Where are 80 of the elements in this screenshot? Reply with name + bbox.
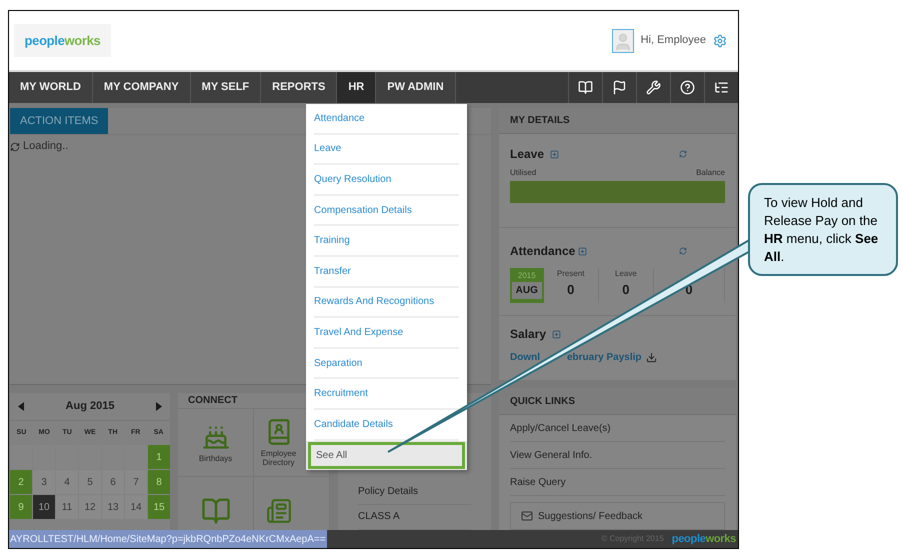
day-cell[interactable]: 2 <box>10 470 32 494</box>
section-title: Leave <box>510 146 544 163</box>
nav-tab[interactable]: MY COMPANY <box>92 72 191 103</box>
nav-tab[interactable]: REPORTS <box>261 72 338 103</box>
menu-item[interactable]: Travel And Expense <box>314 318 459 349</box>
day-cell[interactable]: 8 <box>148 470 170 494</box>
day-cell[interactable]: 10 <box>33 495 55 519</box>
tools-icon[interactable] <box>646 80 661 95</box>
previous-icon[interactable] <box>18 402 24 411</box>
settings-icon[interactable] <box>713 34 727 48</box>
callout-box: To view Hold and Release Pay on the HR menu, click See All. <box>748 183 898 276</box>
panel-title: QUICK LINKS <box>510 394 575 408</box>
panel-title: CONNECT <box>188 394 238 408</box>
tree-icon[interactable] <box>714 80 729 95</box>
day-cell[interactable]: 14 <box>125 495 147 519</box>
payslip-link[interactable]: ebruary Payslip <box>567 350 642 365</box>
leave-label: Utilised <box>510 167 536 179</box>
avatar[interactable] <box>612 28 634 52</box>
menu-item[interactable]: Compensation Details <box>314 196 459 226</box>
stat-value: 0 <box>567 281 574 299</box>
logo: peopleworks <box>24 32 100 50</box>
panel-title: MY DETAILS <box>510 114 570 128</box>
expand-icon[interactable] <box>552 330 562 338</box>
policy-link[interactable]: Policy Details <box>358 479 471 504</box>
day-cell[interactable]: 12 <box>79 495 101 519</box>
menu-item[interactable]: Query Resolution <box>314 165 459 196</box>
expand-icon[interactable] <box>550 150 560 158</box>
nav-tab[interactable]: MY WORLD <box>9 72 93 103</box>
quick-link[interactable]: Raise Query <box>510 469 725 496</box>
book-icon[interactable] <box>578 80 593 95</box>
day-cell[interactable]: 5 <box>79 470 101 494</box>
menu-item[interactable]: Separation <box>314 348 459 380</box>
payslip-link[interactable]: Downl <box>510 350 540 365</box>
day-cell[interactable]: 1 <box>148 445 170 469</box>
day-cell[interactable]: 13 <box>102 495 124 519</box>
section-title: Attendance <box>510 243 576 260</box>
day-cell[interactable]: 11 <box>56 495 78 519</box>
stat-label: Leave <box>615 268 637 280</box>
menu-item[interactable]: Transfer <box>314 256 459 288</box>
quick-link[interactable]: View General Info. <box>510 442 725 469</box>
loading-text: Loading.. <box>23 139 68 154</box>
day-cell[interactable]: 7 <box>125 470 147 494</box>
footer-logo: peopleworks <box>672 532 736 547</box>
day-cell[interactable]: 9 <box>10 495 32 519</box>
quick-link[interactable]: Apply/Cancel Leave(s) <box>510 415 725 442</box>
menu-item[interactable]: Attendance <box>314 104 459 135</box>
menu-item[interactable]: Rewards And Recognitions <box>314 288 459 318</box>
expand-icon[interactable] <box>578 246 588 256</box>
nav-tab[interactable]: PW ADMIN <box>376 72 456 103</box>
stat-value: 0 <box>622 281 630 299</box>
url-text: AYROLLTEST/HLM/Home/SiteMap?p=jkbRQnbPZo4eNKrCMxAepA== <box>9 530 327 548</box>
next-icon[interactable] <box>156 402 162 411</box>
refresh-icon[interactable] <box>679 247 687 255</box>
menu-item[interactable]: Recruitment <box>314 379 459 410</box>
loading-icon <box>10 142 20 152</box>
menu-item[interactable]: See All <box>308 442 465 469</box>
book-icon <box>200 496 230 526</box>
refresh-icon[interactable] <box>679 150 687 158</box>
menu-item[interactable]: Training <box>314 226 459 257</box>
download-icon[interactable] <box>646 352 658 363</box>
menu-item[interactable]: Leave <box>314 134 459 166</box>
flag-icon[interactable] <box>612 80 627 95</box>
date-badge: 2015 AUG <box>510 268 544 303</box>
envelope-icon <box>521 510 533 522</box>
action-items-tab[interactable]: ACTION ITEMS <box>10 108 108 134</box>
day-cell[interactable]: 3 <box>33 470 55 494</box>
nav-tab[interactable]: HR <box>337 72 376 103</box>
section-title: Salary <box>510 326 546 343</box>
help-icon[interactable] <box>680 80 695 95</box>
connect-tile[interactable]: Birthdays <box>178 409 254 477</box>
newspaper-icon <box>266 498 292 524</box>
feedback-button[interactable]: Suggestions/ Feedback <box>510 502 725 530</box>
greeting-text: Hi, Employee <box>640 33 706 48</box>
day-cell[interactable]: 15 <box>148 495 170 519</box>
day-cell[interactable]: 6 <box>102 470 124 494</box>
calendar-month: Aug 2015 <box>66 399 114 414</box>
leave-label: Balance <box>696 167 725 179</box>
nav-tab[interactable]: MY SELF <box>190 72 262 103</box>
stat-label: Present <box>556 268 584 280</box>
day-cell[interactable]: 4 <box>56 470 78 494</box>
